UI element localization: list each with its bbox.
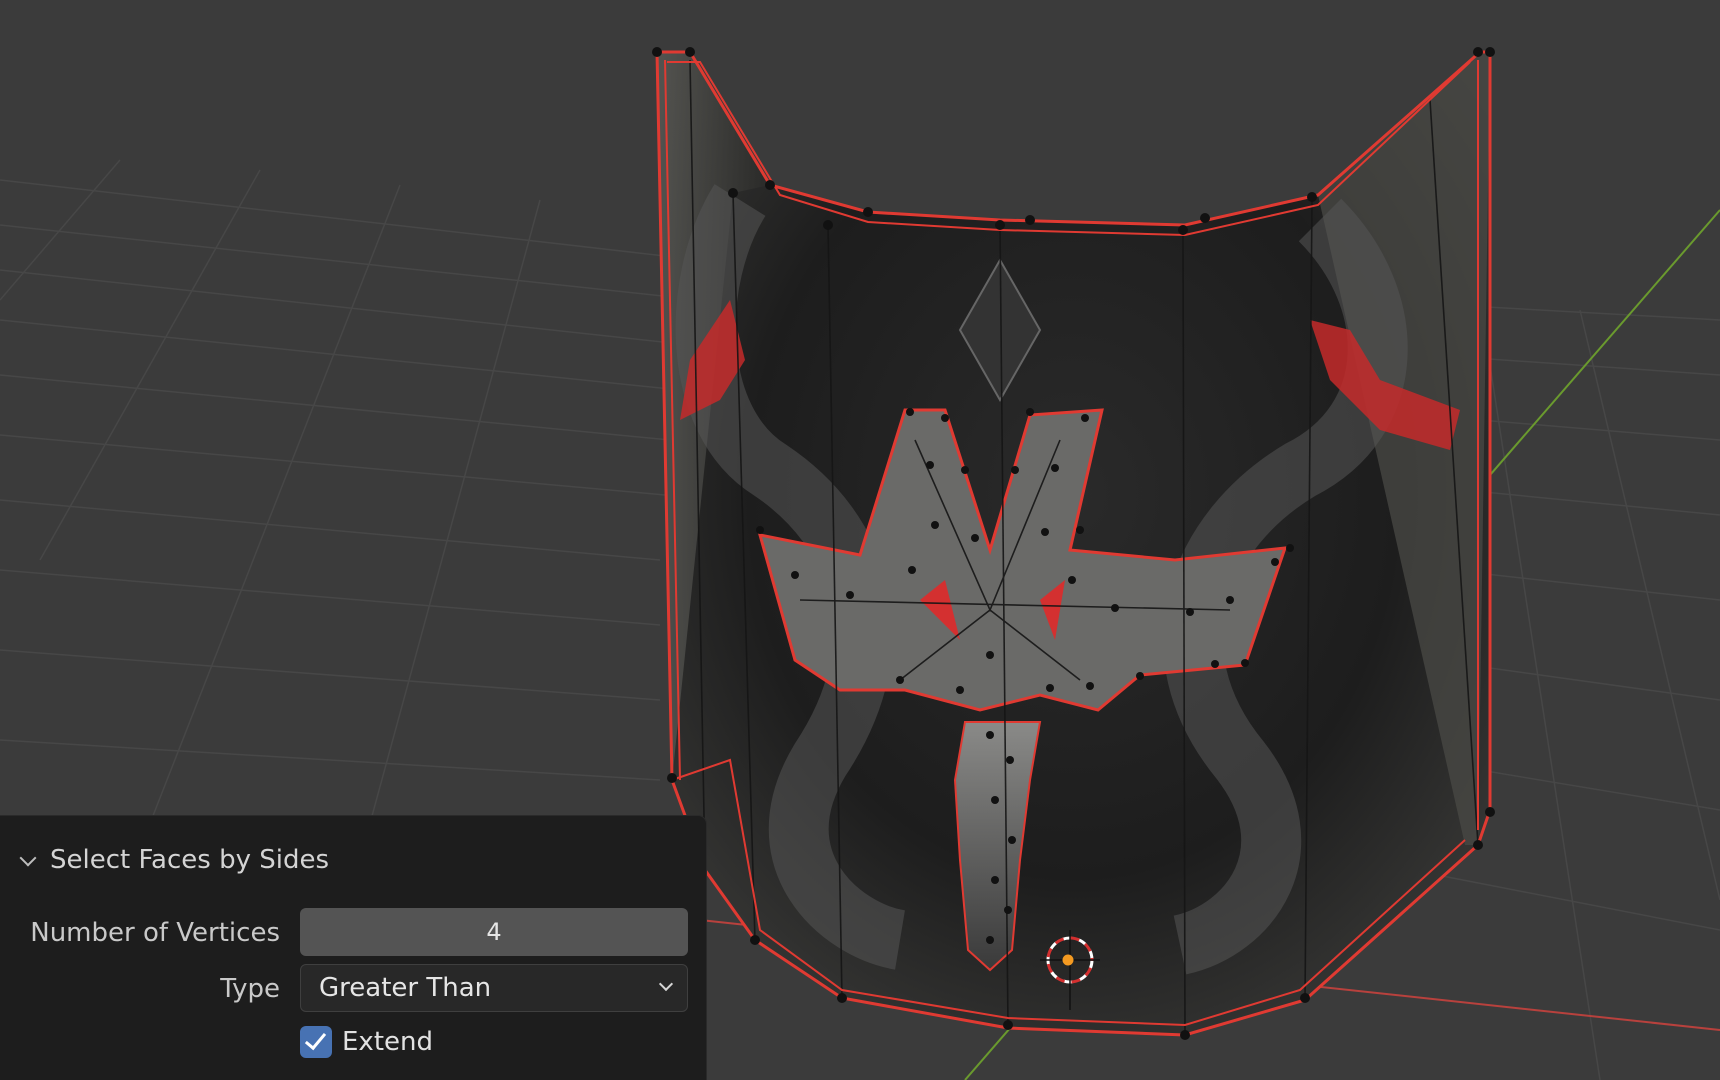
- number-of-vertices-row: Number of Vertices 4: [0, 908, 706, 958]
- chevron-down-icon[interactable]: [18, 850, 38, 870]
- type-label: Type: [220, 974, 280, 1004]
- type-row: Type Greater Than: [0, 964, 706, 1014]
- number-of-vertices-label: Number of Vertices: [30, 918, 280, 948]
- chevron-down-icon: [661, 979, 673, 991]
- type-dropdown-value: Greater Than: [319, 973, 492, 1003]
- extend-checkbox-row[interactable]: Extend: [300, 1020, 433, 1064]
- number-of-vertices-field[interactable]: 4: [300, 908, 688, 956]
- type-dropdown[interactable]: Greater Than: [300, 964, 688, 1012]
- extend-label: Extend: [342, 1027, 433, 1057]
- extend-checkbox[interactable]: [300, 1026, 332, 1058]
- panel-title: Select Faces by Sides: [50, 845, 330, 875]
- panel-header[interactable]: Select Faces by Sides: [18, 840, 329, 880]
- shield-mesh: [652, 47, 1495, 1040]
- adjust-last-operation-panel: Select Faces by Sides Number of Vertices…: [0, 816, 706, 1080]
- extend-row: Extend: [0, 1020, 706, 1070]
